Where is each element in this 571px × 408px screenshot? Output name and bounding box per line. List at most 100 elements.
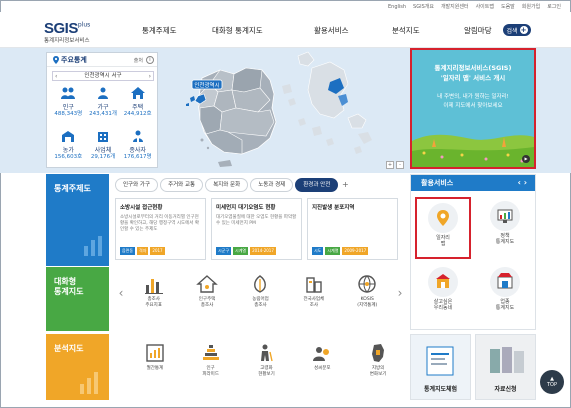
service-label: 통계지도 xyxy=(495,239,515,245)
carousel-next-icon[interactable]: › xyxy=(394,269,406,317)
util-link-sitemap[interactable]: 사이트맵 xyxy=(476,2,494,12)
theme-card[interactable]: 미세먼지 대기오염도 현황 대기오염물질에 대한 오염도 현황을 파악할 수 있… xyxy=(211,198,302,260)
util-link-english[interactable]: English xyxy=(388,2,406,12)
theme-card[interactable]: 소방시설 접근현황 소방시설로부터의 거리 이동거리별 인구현황을 확인하고, … xyxy=(115,198,206,260)
interactive-item[interactable]: KOSIS (지역통계) xyxy=(346,269,388,309)
stat-label: 가구 xyxy=(97,104,109,111)
tab-environment[interactable]: 환경과 안전 xyxy=(295,178,339,192)
job-map-banner[interactable]: 통계지리정보서비스(SGIS) '일자리 맵' 서비스 개시 내 주변의, 내가… xyxy=(410,48,536,169)
interactive-map-title-line1: 대화형 xyxy=(54,277,77,286)
service-label: 맵 xyxy=(440,241,446,247)
interactive-item[interactable]: 인구주택 총조사 xyxy=(186,269,228,309)
neighborhood-icon xyxy=(428,267,458,297)
analysis-item[interactable]: 월간통계 xyxy=(134,338,176,378)
nav-interactive-map[interactable]: 대화형 통계지도 xyxy=(212,25,314,36)
worker-icon xyxy=(132,130,143,142)
tag: 2017 xyxy=(150,247,165,255)
item-label: 주요지표 xyxy=(145,303,162,308)
util-link-signup[interactable]: 회원가입 xyxy=(522,2,540,12)
tag: 시계열 xyxy=(233,247,249,255)
tab-welfare[interactable]: 복지와 문화 xyxy=(205,178,249,192)
elderly-icon xyxy=(261,344,274,362)
zoom-in-button[interactable]: + xyxy=(386,161,394,169)
nav-services[interactable]: 활용서비스 xyxy=(314,25,392,36)
monthly-chart-icon xyxy=(146,344,164,362)
theme-map-section: 통계주제도 인구와 가구 주거와 교통 복지와 문화 노동과 경제 환경과 안전… xyxy=(46,174,406,266)
logo[interactable]: SGISplus 통계지리정보서비스 xyxy=(44,18,104,44)
more-tabs-button[interactable]: + xyxy=(340,178,350,192)
service-policy-map[interactable]: 정책 통계지도 xyxy=(477,197,533,259)
analysis-item[interactable]: 지방의 변화보기 xyxy=(357,338,399,378)
scroll-top-button[interactable]: ▲ TOP xyxy=(540,370,564,394)
interactive-map-title-line2: 통계지도 xyxy=(54,287,84,296)
map-experience-tile[interactable]: 통계지도체험 xyxy=(410,334,471,400)
next-region-icon[interactable]: › xyxy=(149,72,151,81)
stat-population[interactable]: 인구 488,343명 xyxy=(51,85,86,125)
interactive-map-title[interactable]: 대화형 통계지도 xyxy=(46,267,109,331)
key-stats-panel: 주요통계 출처 i ‹ 인천광역시 서구 › 인구 488,343명 가구 24… xyxy=(46,52,158,168)
tag: 2009-2017 xyxy=(342,247,369,255)
theme-tabs: 인구와 가구 주거와 교통 복지와 문화 노동과 경제 환경과 안전 + xyxy=(115,178,350,192)
stat-label: 사업체 xyxy=(94,147,112,154)
banner-desc-line2: 이제 지도에서 찾아보세요 xyxy=(443,103,503,109)
carousel-prev-icon[interactable]: ‹ xyxy=(115,269,127,317)
stat-farm[interactable]: 농가 156,603호 xyxy=(51,128,86,168)
interactive-item[interactable]: 총조사 주요지표 xyxy=(133,269,175,309)
logo-subtitle: 통계지리정보서비스 xyxy=(44,38,90,44)
util-link-about[interactable]: SGIS개요 xyxy=(413,2,434,12)
card-tags: 시도 시계열 2009-2017 xyxy=(312,247,369,255)
source-link[interactable]: 출처 xyxy=(134,57,143,64)
tab-housing[interactable]: 주거와 교통 xyxy=(160,178,204,192)
interactive-items: 총조사 주요지표 인구주택 총조사 농림어업 총조사 전국사업체 조사 KOSI… xyxy=(127,269,394,309)
key-stats-header: 주요통계 출처 i xyxy=(47,53,157,67)
banner-pause-button[interactable]: ▶ xyxy=(522,155,530,163)
stat-housing[interactable]: 주택 244,912호 xyxy=(120,85,155,125)
korea-map-icon xyxy=(372,344,385,362)
location-pin-icon xyxy=(53,56,59,64)
stat-business[interactable]: 사업체 29,176개 xyxy=(86,128,121,168)
korea-map[interactable]: 인천광역시 + - xyxy=(162,48,408,173)
zoom-out-button[interactable]: - xyxy=(396,161,404,169)
prev-region-icon[interactable]: ‹ xyxy=(55,72,57,81)
farm-icon xyxy=(62,131,75,142)
service-job-map[interactable]: 일자리 맵 xyxy=(415,197,471,259)
tag: 격자 xyxy=(137,247,149,255)
stats-decor-icon xyxy=(80,372,98,394)
util-link-help[interactable]: 도움말 xyxy=(501,2,515,12)
analysis-map-section: 분석지도 월간통계 인구 피라미드 고령화 현황보기 성씨분포 지방의 변화보기 xyxy=(46,334,406,400)
card-title: 미세먼지 대기오염도 현황 xyxy=(216,205,276,211)
book-illustration-icon xyxy=(426,346,454,376)
item-label: 조사 xyxy=(309,303,318,308)
interactive-item[interactable]: 전국사업체 조사 xyxy=(293,269,335,309)
nav-theme-map[interactable]: 통계주제도 xyxy=(142,25,212,36)
analysis-item[interactable]: 인구 피라미드 xyxy=(190,338,232,378)
stat-household[interactable]: 가구 243,431개 xyxy=(86,85,121,125)
tag: 시계열 xyxy=(325,247,341,255)
tab-population[interactable]: 인구와 가구 xyxy=(115,178,159,192)
logo-main: SGIS xyxy=(44,20,78,37)
theme-card[interactable]: 지진발생 분포지역 시도 시계열 2009-2017 xyxy=(307,198,398,260)
util-link-login[interactable]: 로그인 xyxy=(547,2,561,12)
analysis-item[interactable]: 성씨분포 xyxy=(301,338,343,378)
info-icon[interactable]: i xyxy=(146,56,154,64)
service-industry-map[interactable]: 업종 통계지도 xyxy=(477,263,533,325)
household-icon xyxy=(97,87,108,99)
search-button[interactable]: 검색 + xyxy=(503,24,531,36)
stat-worker[interactable]: 종사자 176,617명 xyxy=(120,128,155,168)
tag: 시도 xyxy=(312,247,324,255)
util-link-dev-center[interactable]: 개발지원센터 xyxy=(441,2,469,12)
map-experience-label: 통계지도체험 xyxy=(423,386,458,393)
tab-labor[interactable]: 노동과 경제 xyxy=(250,178,294,192)
stat-value: 156,603호 xyxy=(54,154,83,160)
analysis-items: 월간통계 인구 피라미드 고령화 현황보기 성씨분포 지방의 변화보기 xyxy=(115,338,406,398)
item-label: 월간통계 xyxy=(146,366,164,371)
interactive-item[interactable]: 농림어업 총조사 xyxy=(239,269,281,309)
data-request-tile[interactable]: 자료신청 xyxy=(475,334,536,400)
region-selector[interactable]: ‹ 인천광역시 서구 › xyxy=(52,71,154,81)
item-label: 피라미드 xyxy=(202,372,219,377)
item-label: 변화보기 xyxy=(369,372,387,377)
analysis-item[interactable]: 고령화 현황보기 xyxy=(245,338,287,378)
service-neighborhood[interactable]: 살고싶은 우리동네 xyxy=(415,263,471,325)
nav-analysis-map[interactable]: 분석지도 xyxy=(392,25,464,36)
services-arrows-icon[interactable]: ‹ › xyxy=(518,175,527,191)
